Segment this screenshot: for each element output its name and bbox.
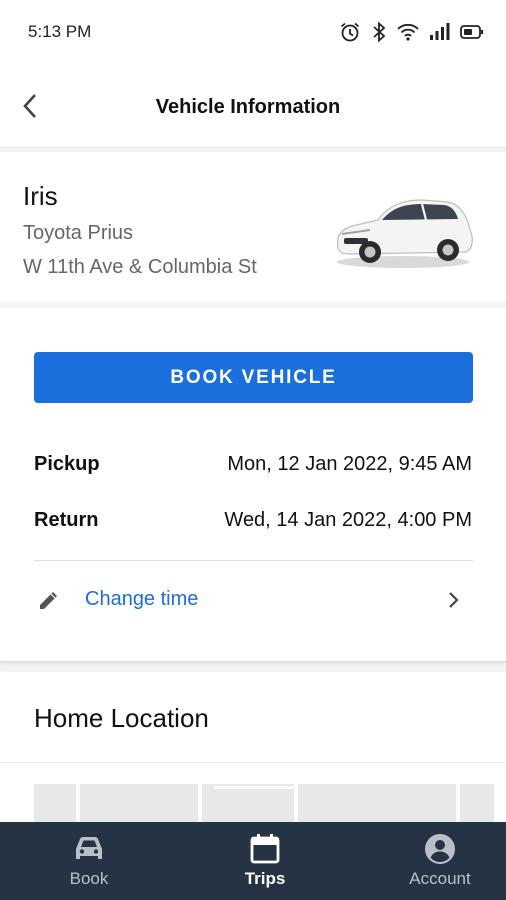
nav-book[interactable]: Book: [5, 822, 173, 900]
battery-icon: [460, 24, 484, 40]
car-icon: [73, 833, 105, 868]
pencil-icon: [37, 588, 61, 617]
app-bar: Vehicle Information: [0, 66, 506, 148]
status-bar: 5:13 PM: [0, 0, 506, 66]
booking-card: BOOK VEHICLE Pickup Mon, 12 Jan 2022, 9:…: [0, 308, 506, 662]
status-icons: [338, 20, 484, 44]
nav-label: Account: [409, 869, 471, 888]
return-value: Wed, 14 Jan 2022, 4:00 PM: [224, 509, 472, 531]
wifi-icon: [396, 22, 420, 42]
signal-icon: [429, 22, 451, 42]
nav-label: Book: [69, 869, 109, 888]
bottom-nav: Book Trips Account: [0, 822, 506, 900]
vehicle-model: Toyota Prius: [23, 222, 134, 244]
page-title: Vehicle Information: [155, 96, 341, 118]
nav-label: Trips: [244, 869, 286, 888]
vehicle-address: W 11th Ave & Columbia St: [23, 256, 257, 278]
return-label: Return: [34, 509, 99, 531]
bluetooth-icon: [371, 21, 387, 43]
change-time-label: Change time: [85, 588, 199, 610]
pickup-label: Pickup: [34, 453, 100, 475]
status-time: 5:13 PM: [28, 22, 92, 41]
vehicle-card: Iris Toyota Prius W 11th Ave & Columbia …: [0, 152, 506, 302]
map-road: [214, 786, 294, 789]
vehicle-name: Iris: [23, 181, 58, 211]
nav-account[interactable]: Account: [356, 822, 506, 900]
calendar-icon: [249, 833, 281, 870]
divider: [34, 560, 473, 561]
home-location-title: Home Location: [34, 703, 209, 733]
car-image: [330, 192, 476, 270]
alarm-icon: [338, 20, 362, 44]
pickup-value: Mon, 12 Jan 2022, 9:45 AM: [227, 453, 472, 475]
account-circle-icon: [424, 833, 456, 870]
change-time-row[interactable]: Change time: [0, 570, 506, 630]
divider: [0, 762, 506, 763]
nav-trips[interactable]: Trips: [181, 822, 349, 900]
chevron-right-icon: [446, 590, 460, 615]
book-vehicle-button[interactable]: BOOK VEHICLE: [34, 352, 473, 403]
